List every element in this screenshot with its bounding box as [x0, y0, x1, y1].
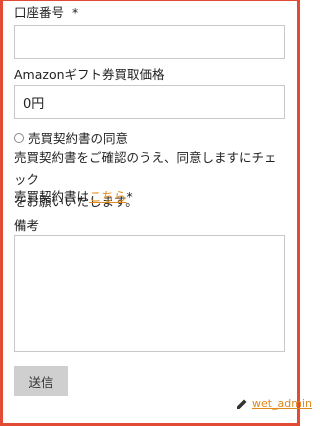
notes-label: 備考: [14, 218, 40, 233]
account-number-label: 口座番号 *: [14, 5, 79, 20]
notes-textarea[interactable]: [14, 235, 285, 352]
edit-link[interactable]: wet_admin: [236, 397, 312, 410]
contract-required-mark: *: [126, 189, 133, 204]
editor-name[interactable]: wet_admin: [252, 397, 312, 410]
submit-button[interactable]: 送信: [14, 366, 68, 396]
agreement-description-line1: 売買契約書をご確認のうえ、同意しますにチェック: [14, 150, 277, 187]
agreement-checkbox-row[interactable]: 売買契約書の同意: [14, 128, 128, 147]
contract-prefix: 売買契約書は: [14, 189, 90, 204]
pencil-icon: [236, 399, 247, 409]
required-mark: *: [72, 5, 79, 20]
agreement-checkbox[interactable]: [14, 132, 24, 143]
contract-line: 売買契約書はこちら*: [14, 186, 133, 208]
agreement-checkbox-label: 売買契約書の同意: [28, 131, 129, 146]
amazon-price-label: Amazonギフト券買取価格: [14, 67, 165, 82]
amazon-price-value: 0円: [23, 96, 45, 112]
screenshot-frame: [0, 0, 300, 426]
account-number-input[interactable]: [14, 25, 285, 59]
amazon-price-input[interactable]: 0円: [14, 85, 285, 119]
contract-link[interactable]: こちら: [89, 189, 127, 204]
